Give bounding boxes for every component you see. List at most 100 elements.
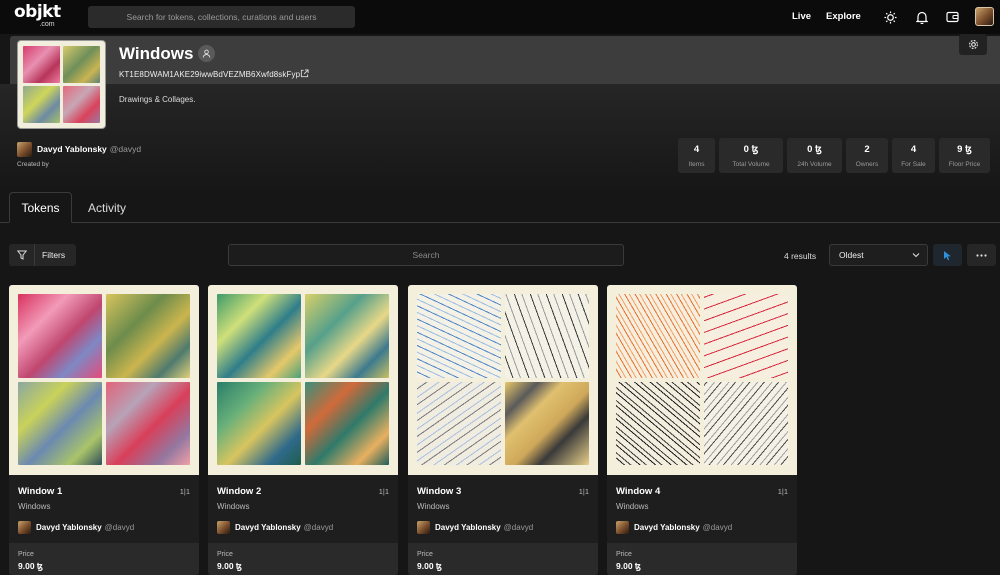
sun-icon[interactable]: [882, 9, 898, 25]
price-box: Price 9.00 ꜩ: [9, 543, 199, 575]
token-collection[interactable]: Windows: [417, 502, 449, 511]
more-options-button[interactable]: [967, 244, 996, 266]
nav-explore-link[interactable]: Explore: [826, 11, 861, 22]
price-box: Price 9.00 ꜩ: [208, 543, 398, 575]
settings-button[interactable]: [959, 34, 987, 55]
token-card[interactable]: Window 1 1|1 Windows Davyd Yablonsky @da…: [9, 285, 199, 575]
token-name[interactable]: Window 1: [18, 486, 62, 497]
token-image[interactable]: [208, 285, 398, 475]
collection-tabs: Tokens Activity: [0, 192, 1000, 223]
filter-icon: [9, 244, 35, 266]
price-value: 9.00 ꜩ: [417, 561, 442, 571]
token-name[interactable]: Window 2: [217, 486, 261, 497]
token-name[interactable]: Window 3: [417, 486, 461, 497]
token-creator[interactable]: Davyd Yablonsky @davyd: [616, 521, 732, 534]
price-label: Price: [616, 551, 632, 558]
stat-value: 2: [864, 143, 870, 155]
stat-label: Floor Price: [948, 160, 981, 168]
token-edition: 1|1: [578, 487, 589, 496]
creator-avatar: [417, 521, 430, 534]
price-value: 9.00 ꜩ: [18, 561, 43, 571]
chevron-down-icon: [912, 253, 920, 258]
filters-button[interactable]: Filters: [9, 244, 76, 266]
creator-avatar: [217, 521, 230, 534]
token-image[interactable]: [9, 285, 199, 475]
top-nav: objkt .com Live Explore: [0, 0, 1000, 34]
price-value: 9.00 ꜩ: [217, 561, 242, 571]
token-collection[interactable]: Windows: [18, 502, 50, 511]
creator-handle: @davyd: [503, 523, 534, 532]
cursor-icon: [944, 250, 951, 260]
stat-for-sale: 4 For Sale: [892, 138, 935, 173]
stat-label: For Sale: [901, 160, 926, 168]
stat-total-volume: 0 ꜩ Total Volume: [719, 138, 783, 173]
price-label: Price: [217, 551, 233, 558]
external-link-icon[interactable]: [300, 69, 309, 81]
creator-name: Davyd Yablonsky: [235, 523, 301, 532]
token-creator[interactable]: Davyd Yablonsky @davyd: [217, 521, 333, 534]
collection-creator[interactable]: Davyd Yablonsky @davyd: [17, 141, 141, 157]
stat-label: Items: [688, 160, 705, 168]
stat-value: 4: [693, 143, 700, 155]
bell-icon[interactable]: [914, 9, 930, 25]
price-label: Price: [417, 551, 433, 558]
creator-name: Davyd Yablonsky: [36, 523, 102, 532]
price-value: 9.00 ꜩ: [616, 561, 641, 571]
token-card[interactable]: Window 2 1|1 Windows Davyd Yablonsky @da…: [208, 285, 398, 575]
stat-value: 9 ꜩ: [957, 143, 972, 155]
sort-select[interactable]: Oldest: [829, 244, 928, 266]
token-edition: 1|1: [179, 487, 190, 496]
token-name[interactable]: Window 4: [616, 486, 660, 497]
token-image[interactable]: [607, 285, 797, 475]
logo-subtext: .com: [39, 21, 55, 28]
stat-label: Owners: [855, 160, 879, 168]
user-avatar[interactable]: [975, 7, 994, 26]
more-dots-icon: [976, 253, 987, 257]
creator-avatar: [17, 141, 32, 157]
collection-description: Drawings & Collages.: [119, 95, 196, 104]
creator-handle: @davyd: [104, 523, 135, 532]
creator-handle: @davyd: [702, 523, 733, 532]
creator-name: Davyd Yablonsky: [634, 523, 700, 532]
stat-value: 4: [910, 143, 917, 155]
objkt-logo[interactable]: objkt .com: [14, 4, 66, 30]
collection-thumbnail: [17, 40, 106, 129]
tab-activity[interactable]: Activity: [78, 192, 136, 223]
stat-items: 4 Items: [678, 138, 715, 173]
token-image[interactable]: [408, 285, 598, 475]
token-collection[interactable]: Windows: [616, 502, 648, 511]
wallet-icon[interactable]: [944, 9, 960, 25]
collection-stats: 4 Items 0 ꜩ Total Volume 0 ꜩ 24h Volume 2 Ow…: [678, 138, 990, 173]
logo-text: objkt: [14, 2, 61, 22]
stat-value: 0 ꜩ: [807, 143, 822, 155]
tab-tokens[interactable]: Tokens: [9, 192, 72, 223]
stat-owners: 2 Owners: [846, 138, 888, 173]
stat-24h-volume: 0 ꜩ 24h Volume: [787, 138, 842, 173]
global-search-input[interactable]: [88, 6, 355, 28]
sort-value: Oldest: [839, 250, 864, 260]
token-search-input[interactable]: [228, 244, 624, 266]
token-collection[interactable]: Windows: [217, 502, 249, 511]
creator-name: Davyd Yablonsky: [37, 144, 107, 154]
gear-icon: [968, 40, 978, 49]
stat-floor-price: 9 ꜩ Floor Price: [939, 138, 990, 173]
token-edition: 1|1: [777, 487, 788, 496]
collection-title: Windows: [119, 44, 194, 63]
token-card[interactable]: Window 4 1|1 Windows Davyd Yablonsky @da…: [607, 285, 797, 575]
nav-live-link[interactable]: Live: [792, 11, 811, 22]
token-creator[interactable]: Davyd Yablonsky @davyd: [417, 521, 533, 534]
cursor-view-button[interactable]: [933, 244, 962, 266]
creator-handle: @davyd: [109, 144, 142, 154]
results-count: 4 results: [784, 251, 817, 261]
price-label: Price: [18, 551, 34, 558]
contract-address[interactable]: KT1E8DWAM1AKE29iwwBdVEZMB6Xwfd8skFyp: [119, 70, 300, 79]
filters-label: Filters: [42, 250, 66, 260]
collection-owner-icon[interactable]: [198, 45, 215, 62]
token-edition: 1|1: [378, 487, 389, 496]
stat-value: 0 ꜩ: [743, 143, 759, 155]
token-creator[interactable]: Davyd Yablonsky @davyd: [18, 521, 134, 534]
creator-avatar: [18, 521, 31, 534]
creator-handle: @davyd: [303, 523, 334, 532]
token-card[interactable]: Window 3 1|1 Windows Davyd Yablonsky @da…: [408, 285, 598, 575]
creator-name: Davyd Yablonsky: [435, 523, 501, 532]
